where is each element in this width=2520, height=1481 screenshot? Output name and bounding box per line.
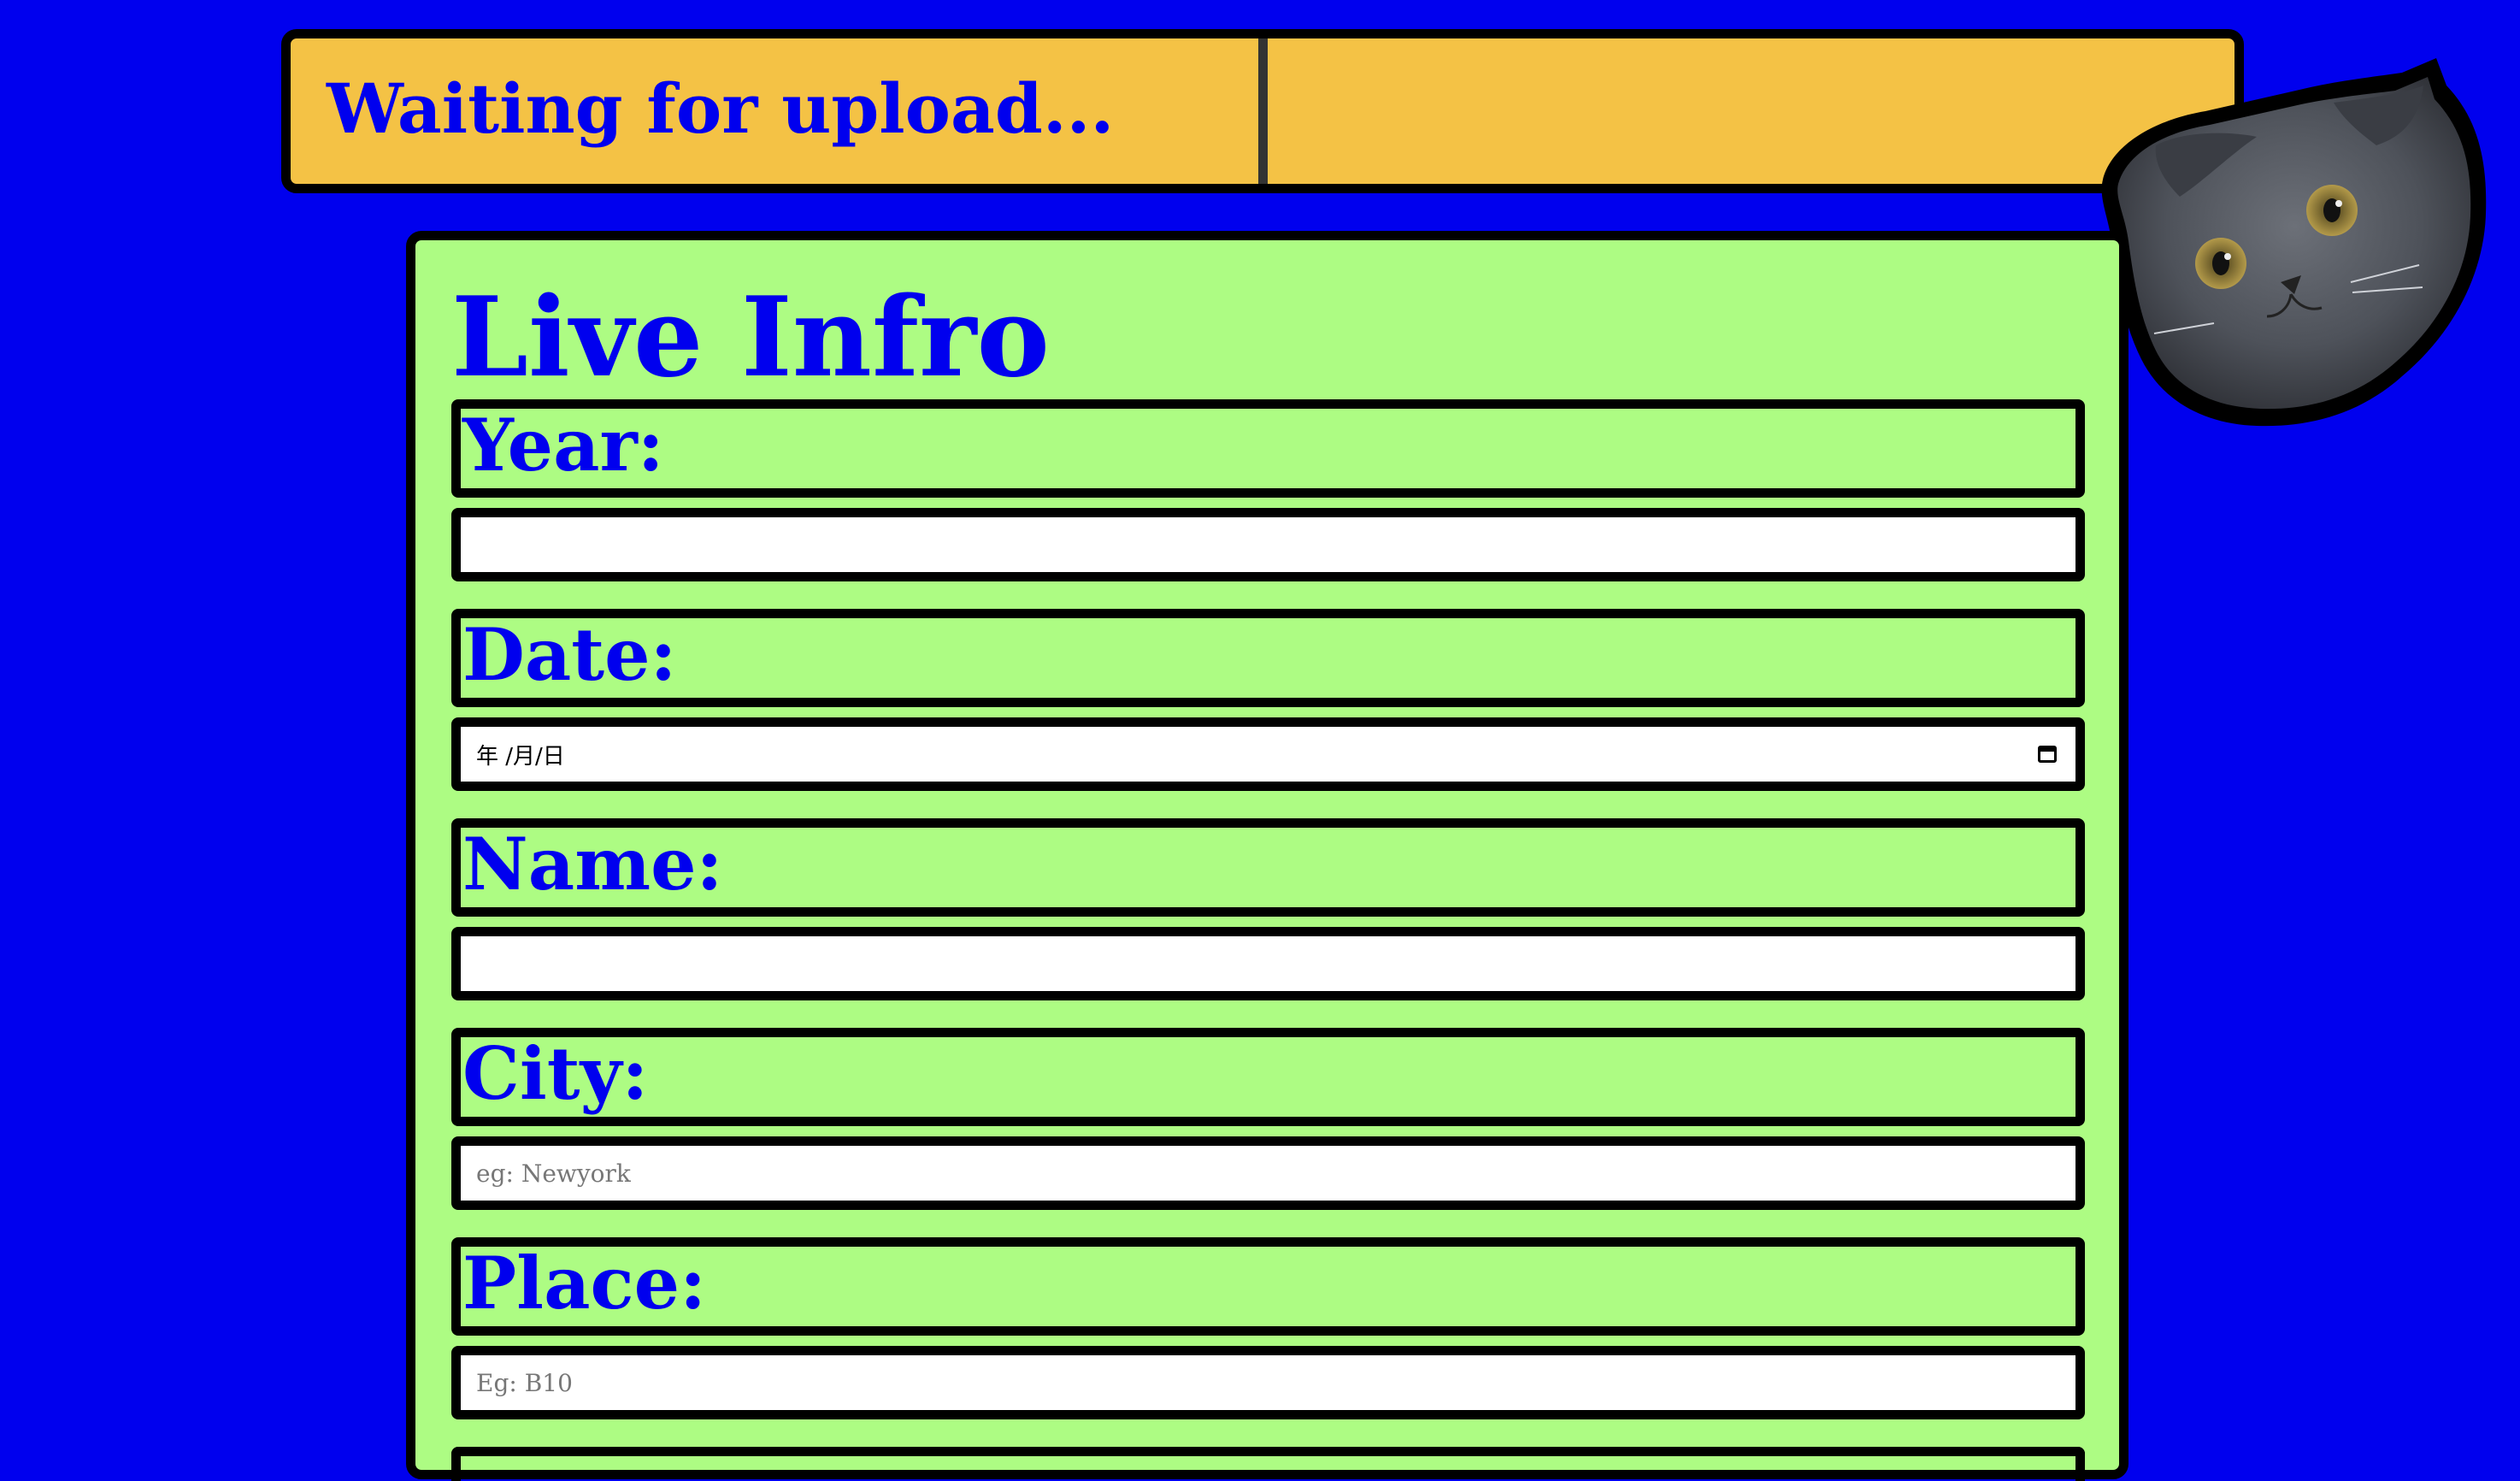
name-label: Name: [451,818,2085,917]
date-input-value: 年 /月/日 [476,743,565,770]
calendar-icon[interactable] [2038,746,2057,763]
cat-avatar [2077,51,2493,458]
city-label: City: [451,1028,2085,1126]
year-input[interactable] [451,508,2085,581]
next-field-label [451,1447,2085,1481]
upload-status-text: Waiting for upload... [327,68,1115,149]
place-label: Place: [451,1237,2085,1336]
date-label: Date: [451,609,2085,707]
live-info-panel: Live Infro Year: Date: 年 /月/日 Name: City… [406,231,2128,1481]
place-input[interactable] [451,1346,2085,1419]
date-label-text: Date: [462,611,677,697]
date-input[interactable]: 年 /月/日 [451,717,2085,791]
name-input[interactable] [451,927,2085,1000]
status-divider [1257,38,1268,184]
year-label: Year: [451,399,2085,498]
name-label-text: Name: [462,821,723,906]
city-label-text: City: [462,1030,649,1116]
city-input[interactable] [451,1136,2085,1210]
place-label-text: Place: [462,1240,707,1325]
upload-status-bar: Waiting for upload... [281,29,2244,193]
year-label-text: Year: [462,402,664,487]
cat-image-icon [2101,58,2487,427]
upload-status-cell: Waiting for upload... [291,38,1258,184]
panel-title: Live Infro [451,274,1050,402]
